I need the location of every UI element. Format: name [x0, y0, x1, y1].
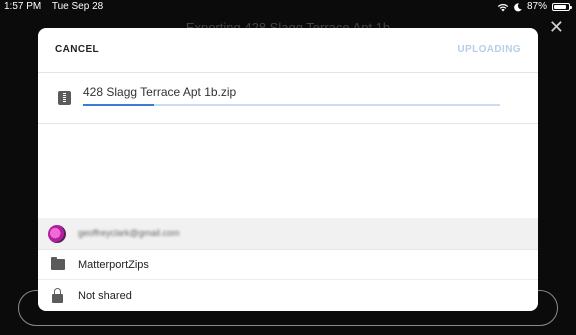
folder-icon	[51, 257, 65, 270]
upload-progress-bar	[83, 104, 500, 106]
battery-fill	[554, 5, 566, 9]
zip-file-icon	[58, 91, 71, 105]
moon-icon	[514, 2, 522, 11]
sharing-row[interactable]: Not shared	[38, 280, 538, 311]
account-row[interactable]: geoffreyclark@gmail.com	[38, 218, 538, 250]
sharing-label: Not shared	[78, 290, 132, 302]
file-name: 428 Slagg Terrace Apt 1b.zip	[83, 85, 237, 99]
folder-row[interactable]: MatterportZips	[38, 250, 538, 280]
status-bar-left: 1:57 PM Tue Sep 28	[4, 0, 111, 14]
dialog-empty-area	[38, 124, 538, 218]
status-bar-right: 87%	[497, 0, 572, 14]
status-time: 1:57 PM	[4, 1, 42, 12]
battery-icon	[552, 3, 572, 11]
dialog-header: CANCEL UPLOADING	[38, 28, 538, 73]
account-email: geoffreyclark@gmail.com	[78, 228, 180, 238]
lock-icon	[52, 288, 63, 303]
battery-percent: 87%	[526, 1, 547, 12]
upload-dialog: CANCEL UPLOADING 428 Slagg Terrace Apt 1…	[38, 28, 538, 311]
folder-name: MatterportZips	[78, 259, 149, 271]
wifi-icon	[497, 3, 509, 11]
status-bar: 1:57 PM Tue Sep 28 87%	[0, 0, 576, 14]
close-icon[interactable]: ✕	[549, 18, 564, 36]
avatar	[48, 225, 66, 243]
upload-progress-fill	[83, 104, 154, 106]
uploading-button: UPLOADING	[457, 44, 521, 55]
cancel-button[interactable]: CANCEL	[55, 44, 99, 55]
status-date: Tue Sep 28	[51, 1, 104, 12]
file-row: 428 Slagg Terrace Apt 1b.zip	[38, 73, 538, 124]
